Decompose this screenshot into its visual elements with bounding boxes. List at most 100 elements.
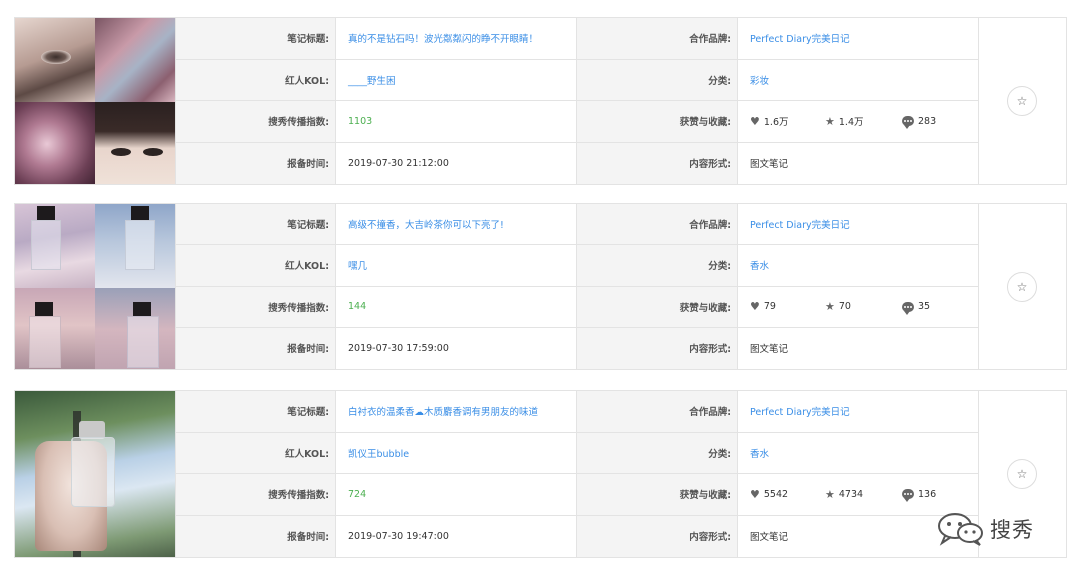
form-value: 图文笔记 [738, 327, 979, 369]
title-label: 笔记标题: [176, 204, 336, 246]
kol-value[interactable]: 嘿几 [336, 245, 577, 287]
form-label: 内容形式: [577, 515, 738, 557]
kol-value[interactable]: ____野生困 [336, 59, 577, 101]
brand-label: 合作品牌: [577, 18, 738, 60]
brand-label: 合作品牌: [577, 391, 738, 433]
post-info-grid: 笔记标题: 白衬衣的温柔香☁木质麝香调有男朋友的味道 合作品牌: Perfect… [175, 391, 979, 557]
heart-icon: ♥ [750, 487, 760, 501]
kol-label: 红人KOL: [176, 432, 336, 474]
brand-value[interactable]: Perfect Diary完美日记 [738, 18, 979, 60]
bookmark-button[interactable]: ☆ [1007, 271, 1037, 302]
favorites-stat: ★ 1.4万 [825, 114, 902, 129]
star-icon: ★ [825, 487, 835, 501]
star-outline-icon: ☆ [1016, 94, 1028, 108]
engagement-stats: ♥ 5542 ★ 4734 136 [738, 474, 979, 516]
likes-count: 1.6万 [763, 117, 789, 129]
form-value: 图文笔记 [738, 142, 979, 184]
post-thumbnail[interactable] [15, 204, 175, 369]
category-label: 分类: [577, 245, 738, 287]
note-title[interactable]: 高级不撞香，大吉岭茶你可以下亮了! [336, 204, 577, 246]
engagement-label: 获赞与收藏: [577, 474, 738, 516]
index-value: 144 [336, 286, 577, 328]
engagement-stats: ♥ 1.6万 ★ 1.4万 283 [738, 101, 979, 143]
comments-stat: 35 [902, 301, 931, 315]
category-link[interactable]: 香水 [750, 446, 769, 460]
note-title[interactable]: 白衬衣的温柔香☁木质麝香调有男朋友的味道 [336, 391, 577, 433]
comments-stat: 136 [902, 488, 937, 503]
time-value: 2019-07-30 17:59:00 [336, 327, 577, 369]
title-label: 笔记标题: [176, 391, 336, 433]
post-info-grid: 笔记标题: 高级不撞香，大吉岭茶你可以下亮了! 合作品牌: Perfect Di… [175, 204, 979, 369]
wechat-icon [938, 513, 983, 546]
favorites-stat: ★ 4734 [825, 489, 902, 500]
favorites-stat: ★ 70 [825, 301, 902, 312]
brand-label: 合作品牌: [577, 204, 738, 246]
comments-count: 136 [918, 488, 937, 500]
index-value: 724 [336, 474, 577, 516]
index-value: 1103 [336, 101, 577, 143]
heart-icon: ♥ [750, 114, 760, 128]
index-label: 搜秀传播指数: [176, 474, 336, 516]
post-thumbnail[interactable] [15, 18, 175, 184]
action-column: ☆ [978, 18, 1066, 184]
post-thumbnail[interactable] [15, 391, 175, 557]
favorites-count: 1.4万 [838, 117, 864, 129]
note-title-link[interactable]: 白衬衣的温柔香☁木质麝香调有男朋友的味道 [348, 404, 538, 418]
post-info-grid: 笔记标题: 真的不是钻石吗！波光粼粼闪的睁不开眼睛！ 合作品牌: Perfect… [175, 18, 979, 184]
star-icon: ★ [825, 114, 835, 128]
brand-value[interactable]: Perfect Diary完美日记 [738, 391, 979, 433]
time-value: 2019-07-30 19:47:00 [336, 515, 577, 557]
likes-stat: ♥ 1.6万 [750, 114, 825, 129]
post-card: 笔记标题: 白衬衣的温柔香☁木质麝香调有男朋友的味道 合作品牌: Perfect… [14, 390, 1067, 558]
comments-count: 35 [918, 301, 931, 313]
kol-link[interactable]: 凯仪王bubble [348, 446, 409, 460]
category-label: 分类: [577, 432, 738, 474]
category-value[interactable]: 香水 [738, 432, 979, 474]
engagement-stats: ♥ 79 ★ 70 35 [738, 286, 979, 328]
time-value: 2019-07-30 21:12:00 [336, 142, 577, 184]
kol-link[interactable]: ____野生困 [348, 73, 396, 87]
form-label: 内容形式: [577, 142, 738, 184]
post-card: 笔记标题: 真的不是钻石吗！波光粼粼闪的睁不开眼睛！ 合作品牌: Perfect… [14, 17, 1067, 185]
time-label: 报备时间: [176, 142, 336, 184]
kol-value[interactable]: 凯仪王bubble [336, 432, 577, 474]
index-number: 144 [348, 301, 367, 313]
star-icon: ★ [825, 300, 835, 314]
post-card: 笔记标题: 高级不撞香，大吉岭茶你可以下亮了! 合作品牌: Perfect Di… [14, 203, 1067, 370]
kol-link[interactable]: 嘿几 [348, 258, 367, 272]
brand-value[interactable]: Perfect Diary完美日记 [738, 204, 979, 246]
engagement-label: 获赞与收藏: [577, 286, 738, 328]
note-title-link[interactable]: 真的不是钻石吗！波光粼粼闪的睁不开眼睛！ [348, 31, 538, 45]
brand-link[interactable]: Perfect Diary完美日记 [750, 404, 850, 418]
index-number: 1103 [348, 115, 373, 127]
comments-count: 283 [918, 115, 937, 127]
engagement-label: 获赞与收藏: [577, 101, 738, 143]
kol-label: 红人KOL: [176, 59, 336, 101]
time-label: 报备时间: [176, 515, 336, 557]
index-label: 搜秀传播指数: [176, 286, 336, 328]
comment-icon [902, 116, 914, 130]
time-label: 报备时间: [176, 327, 336, 369]
category-link[interactable]: 彩妆 [750, 73, 769, 87]
favorites-count: 70 [838, 301, 851, 313]
comment-icon [902, 489, 914, 503]
category-label: 分类: [577, 59, 738, 101]
category-value[interactable]: 彩妆 [738, 59, 979, 101]
bookmark-button[interactable]: ☆ [1007, 459, 1037, 489]
brand-link[interactable]: Perfect Diary完美日记 [750, 217, 850, 231]
comments-stat: 283 [902, 115, 937, 130]
heart-icon: ♥ [750, 300, 760, 314]
likes-count: 79 [763, 301, 776, 313]
likes-stat: ♥ 79 [750, 301, 825, 312]
brand-link[interactable]: Perfect Diary完美日记 [750, 31, 850, 45]
comment-icon [902, 301, 914, 315]
watermark-text: 搜秀 [990, 518, 1034, 542]
note-title-link[interactable]: 高级不撞香，大吉岭茶你可以下亮了! [348, 217, 504, 231]
likes-stat: ♥ 5542 [750, 489, 825, 500]
note-title[interactable]: 真的不是钻石吗！波光粼粼闪的睁不开眼睛！ [336, 18, 577, 60]
index-number: 724 [348, 488, 367, 500]
kol-label: 红人KOL: [176, 245, 336, 287]
category-value[interactable]: 香水 [738, 245, 979, 287]
bookmark-button[interactable]: ☆ [1007, 86, 1037, 116]
category-link[interactable]: 香水 [750, 258, 769, 272]
